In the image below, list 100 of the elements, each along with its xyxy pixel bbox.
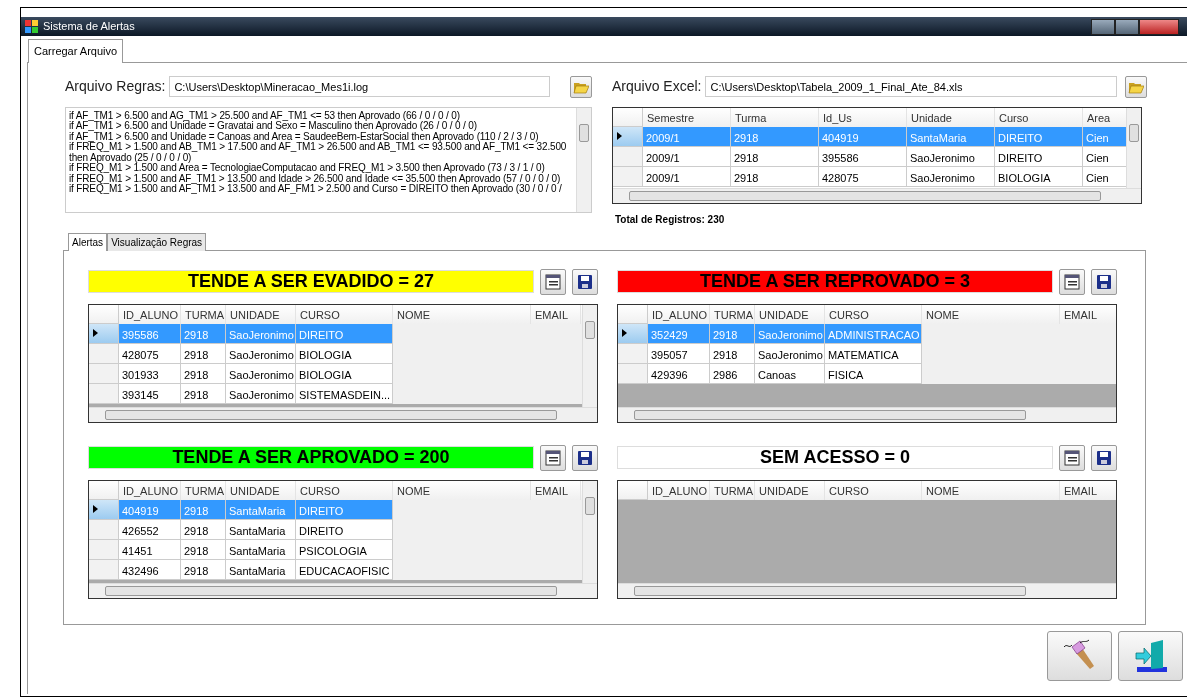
report-button[interactable] — [540, 444, 566, 471]
table-cell: Canoas — [755, 363, 825, 384]
table-cell: DIREITO — [296, 519, 393, 540]
rule-text: if AF_TM1 > 6.500 and Unidade = Gravatai and Sexo = Masculino then Aprovado (26 / 0 / 0 / 0) — [69, 121, 477, 132]
table-cell: Cien — [1083, 166, 1126, 187]
vertical-scrollbar[interactable] — [576, 107, 591, 212]
table-row[interactable]: 429396 2986 Canoas FISICA — [618, 363, 1116, 384]
data-grid[interactable]: ID_ALUNO TURMA UNIDADE CURSO NOME EMAIL 404919 2918 SantaMaria DIREITO 426552 2918 SantaMaria DIREITO 41451 2918 SantaMaria PSICOLOGIA 432496 2918 SantaMaria EDUCACAOFISIC — [88, 479, 598, 599]
table-cell: 395586 — [819, 146, 907, 167]
table-row[interactable]: 393145 2918 SaoJeronimo SISTEMASDEIN... — [89, 383, 582, 404]
table-cell: SaoJeronimo — [907, 166, 995, 187]
table-row[interactable]: 395057 2918 SaoJeronimo MATEMATICA — [618, 343, 1116, 364]
column-header[interactable]: EMAIL — [1060, 480, 1116, 500]
maximize-button[interactable] — [1115, 18, 1139, 35]
table-cell: PSICOLOGIA — [296, 539, 393, 560]
column-header[interactable]: Turma — [731, 107, 819, 127]
column-header[interactable]: Curso — [995, 107, 1083, 127]
column-header[interactable]: TURMA — [181, 304, 226, 324]
table-row[interactable]: 2009/1 2918 395586 SaoJeronimo DIREITO Cien — [613, 146, 1126, 167]
table-cell: SantaMaria — [226, 559, 296, 580]
column-header[interactable]: TURMA — [181, 480, 226, 500]
column-header[interactable]: ID_ALUNO — [648, 304, 710, 324]
column-header[interactable]: ID_ALUNO — [119, 304, 181, 324]
column-header[interactable]: NOME — [393, 304, 531, 324]
column-header[interactable]: EMAIL — [531, 480, 581, 500]
save-button[interactable] — [1091, 268, 1117, 295]
save-button[interactable] — [572, 444, 598, 471]
field-label: Arquivo Regras: — [65, 77, 166, 96]
table-cell: SaoJeronimo — [755, 323, 825, 344]
table-row[interactable]: 432496 2918 SantaMaria EDUCACAOFISIC — [89, 559, 582, 580]
table-row[interactable]: 301933 2918 SaoJeronimo BIOLOGIA — [89, 363, 582, 384]
column-header[interactable]: CURSO — [825, 304, 922, 324]
column-header[interactable]: UNIDADE — [755, 304, 825, 324]
table-cell: 428075 — [819, 166, 907, 187]
column-header[interactable]: UNIDADE — [226, 304, 296, 324]
report-button[interactable] — [1059, 268, 1085, 295]
current-row-icon — [622, 329, 627, 337]
clear-button[interactable] — [1047, 630, 1112, 681]
save-button[interactable] — [572, 268, 598, 295]
table-cell: 432496 — [119, 559, 181, 580]
column-header[interactable]: CURSO — [825, 480, 922, 500]
vertical-scrollbar[interactable] — [582, 480, 597, 583]
column-header[interactable]: TURMA — [710, 480, 755, 500]
open-folder-button[interactable] — [570, 75, 592, 98]
table-row[interactable]: 41451 2918 SantaMaria PSICOLOGIA — [89, 539, 582, 560]
total-records-label: Total de Registros: 230 — [615, 212, 726, 227]
tab[interactable]: Visualização Regras — [107, 232, 207, 251]
header-corner — [613, 107, 643, 127]
column-header[interactable]: CURSO — [296, 480, 393, 500]
data-grid[interactable]: ID_ALUNO TURMA UNIDADE CURSO NOME EMAIL — [617, 479, 1117, 599]
table-cell: 352429 — [648, 323, 710, 344]
column-header[interactable]: TURMA — [710, 304, 755, 324]
table-cell: SISTEMASDEIN... — [296, 383, 393, 404]
field-label: Arquivo Excel: — [612, 77, 702, 96]
vertical-scrollbar[interactable] — [582, 304, 597, 407]
data-grid[interactable]: ID_ALUNO TURMA UNIDADE CURSO NOME EMAIL 352429 2918 SaoJeronimo ADMINISTRACAO 395057 2918 SaoJeronimo MATEMATICA 429396 2986 Canoas FISICA — [617, 303, 1117, 423]
table-cell: DIREITO — [995, 126, 1083, 147]
column-header[interactable]: NOME — [922, 480, 1060, 500]
minimize-button[interactable] — [1091, 18, 1115, 35]
header-corner — [618, 304, 648, 324]
column-header[interactable]: Semestre — [643, 107, 731, 127]
column-header[interactable]: UNIDADE — [226, 480, 296, 500]
table-row[interactable]: 428075 2918 SaoJeronimo BIOLOGIA — [89, 343, 582, 364]
column-header[interactable]: UNIDADE — [755, 480, 825, 500]
table-cell: 2986 — [710, 363, 755, 384]
table-row[interactable]: 426552 2918 SantaMaria DIREITO — [89, 519, 582, 540]
table-cell: 2918 — [181, 343, 226, 364]
excel-file-field[interactable]: C:\Users\Desktop\Tabela_2009_1_Final_Ate_84.xls — [705, 76, 1117, 97]
open-folder-button[interactable] — [1125, 75, 1147, 98]
column-header[interactable]: NOME — [922, 304, 1060, 324]
rules-file-field[interactable]: C:\Users\Desktop\Mineracao_Mes1i.log — [169, 76, 550, 97]
data-grid[interactable]: ID_ALUNO TURMA UNIDADE CURSO NOME EMAIL 395586 2918 SaoJeronimo DIREITO 428075 2918 SaoJeronimo BIOLOGIA 301933 2918 SaoJeronimo BIOLOGIA 393145 2918 SaoJeronimo SISTEMASDEIN... — [88, 303, 598, 423]
column-header[interactable]: ID_ALUNO — [119, 480, 181, 500]
table-row[interactable]: 2009/1 2918 428075 SaoJeronimo BIOLOGIA Cien — [613, 166, 1126, 187]
report-button[interactable] — [1059, 444, 1085, 471]
data-grid[interactable]: Semestre Turma Id_Us Unidade Curso Area 2009/1 2918 404919 SantaMaria DIREITO Cien 2009/1 2918 395586 SaoJeronimo DIREITO Cien 2009/1 2918 428075 SaoJeronimo BIOLOGIA Cien — [612, 106, 1142, 204]
table-cell: BIOLOGIA — [995, 166, 1083, 187]
rule-text: if AF_TM1 > 6.500 and Unidade = Canoas and Area = SaudeeBem-EstarSocial then Aprovado (110 / 2 / 3 / 0) — [69, 131, 539, 142]
column-header[interactable]: ID_ALUNO — [648, 480, 710, 500]
table-cell: FISICA — [825, 363, 922, 384]
report-icon — [1064, 449, 1080, 466]
save-button[interactable] — [1091, 444, 1117, 471]
column-header[interactable]: NOME — [393, 480, 531, 500]
column-header[interactable]: CURSO — [296, 304, 393, 324]
column-header[interactable]: EMAIL — [531, 304, 581, 324]
column-header[interactable]: Unidade — [907, 107, 995, 127]
table-cell: 428075 — [119, 343, 181, 364]
column-header[interactable]: Id_Us — [819, 107, 907, 127]
vertical-scrollbar[interactable] — [1126, 107, 1141, 188]
report-icon — [1064, 273, 1080, 290]
table-cell: SaoJeronimo — [226, 363, 296, 384]
tab[interactable]: Alertas — [68, 232, 108, 251]
rule-text: if FREQ_M1 > 1.500 and AB_TM1 > 17.500 and AF_TM1 > 26.500 and AB_TM1 <= 93.500 and AF_TM1 <= 32.500 then Aprovado (25 / 0 / 0 / 0) — [69, 142, 568, 163]
report-button[interactable] — [540, 268, 566, 295]
exit-button[interactable] — [1118, 630, 1183, 681]
close-button[interactable] — [1139, 18, 1179, 35]
table-cell: SantaMaria — [226, 499, 296, 520]
column-header[interactable]: EMAIL — [1060, 304, 1116, 324]
rules-text-box[interactable] — [65, 106, 592, 213]
tab[interactable]: Carregar Arquivo — [28, 39, 124, 63]
